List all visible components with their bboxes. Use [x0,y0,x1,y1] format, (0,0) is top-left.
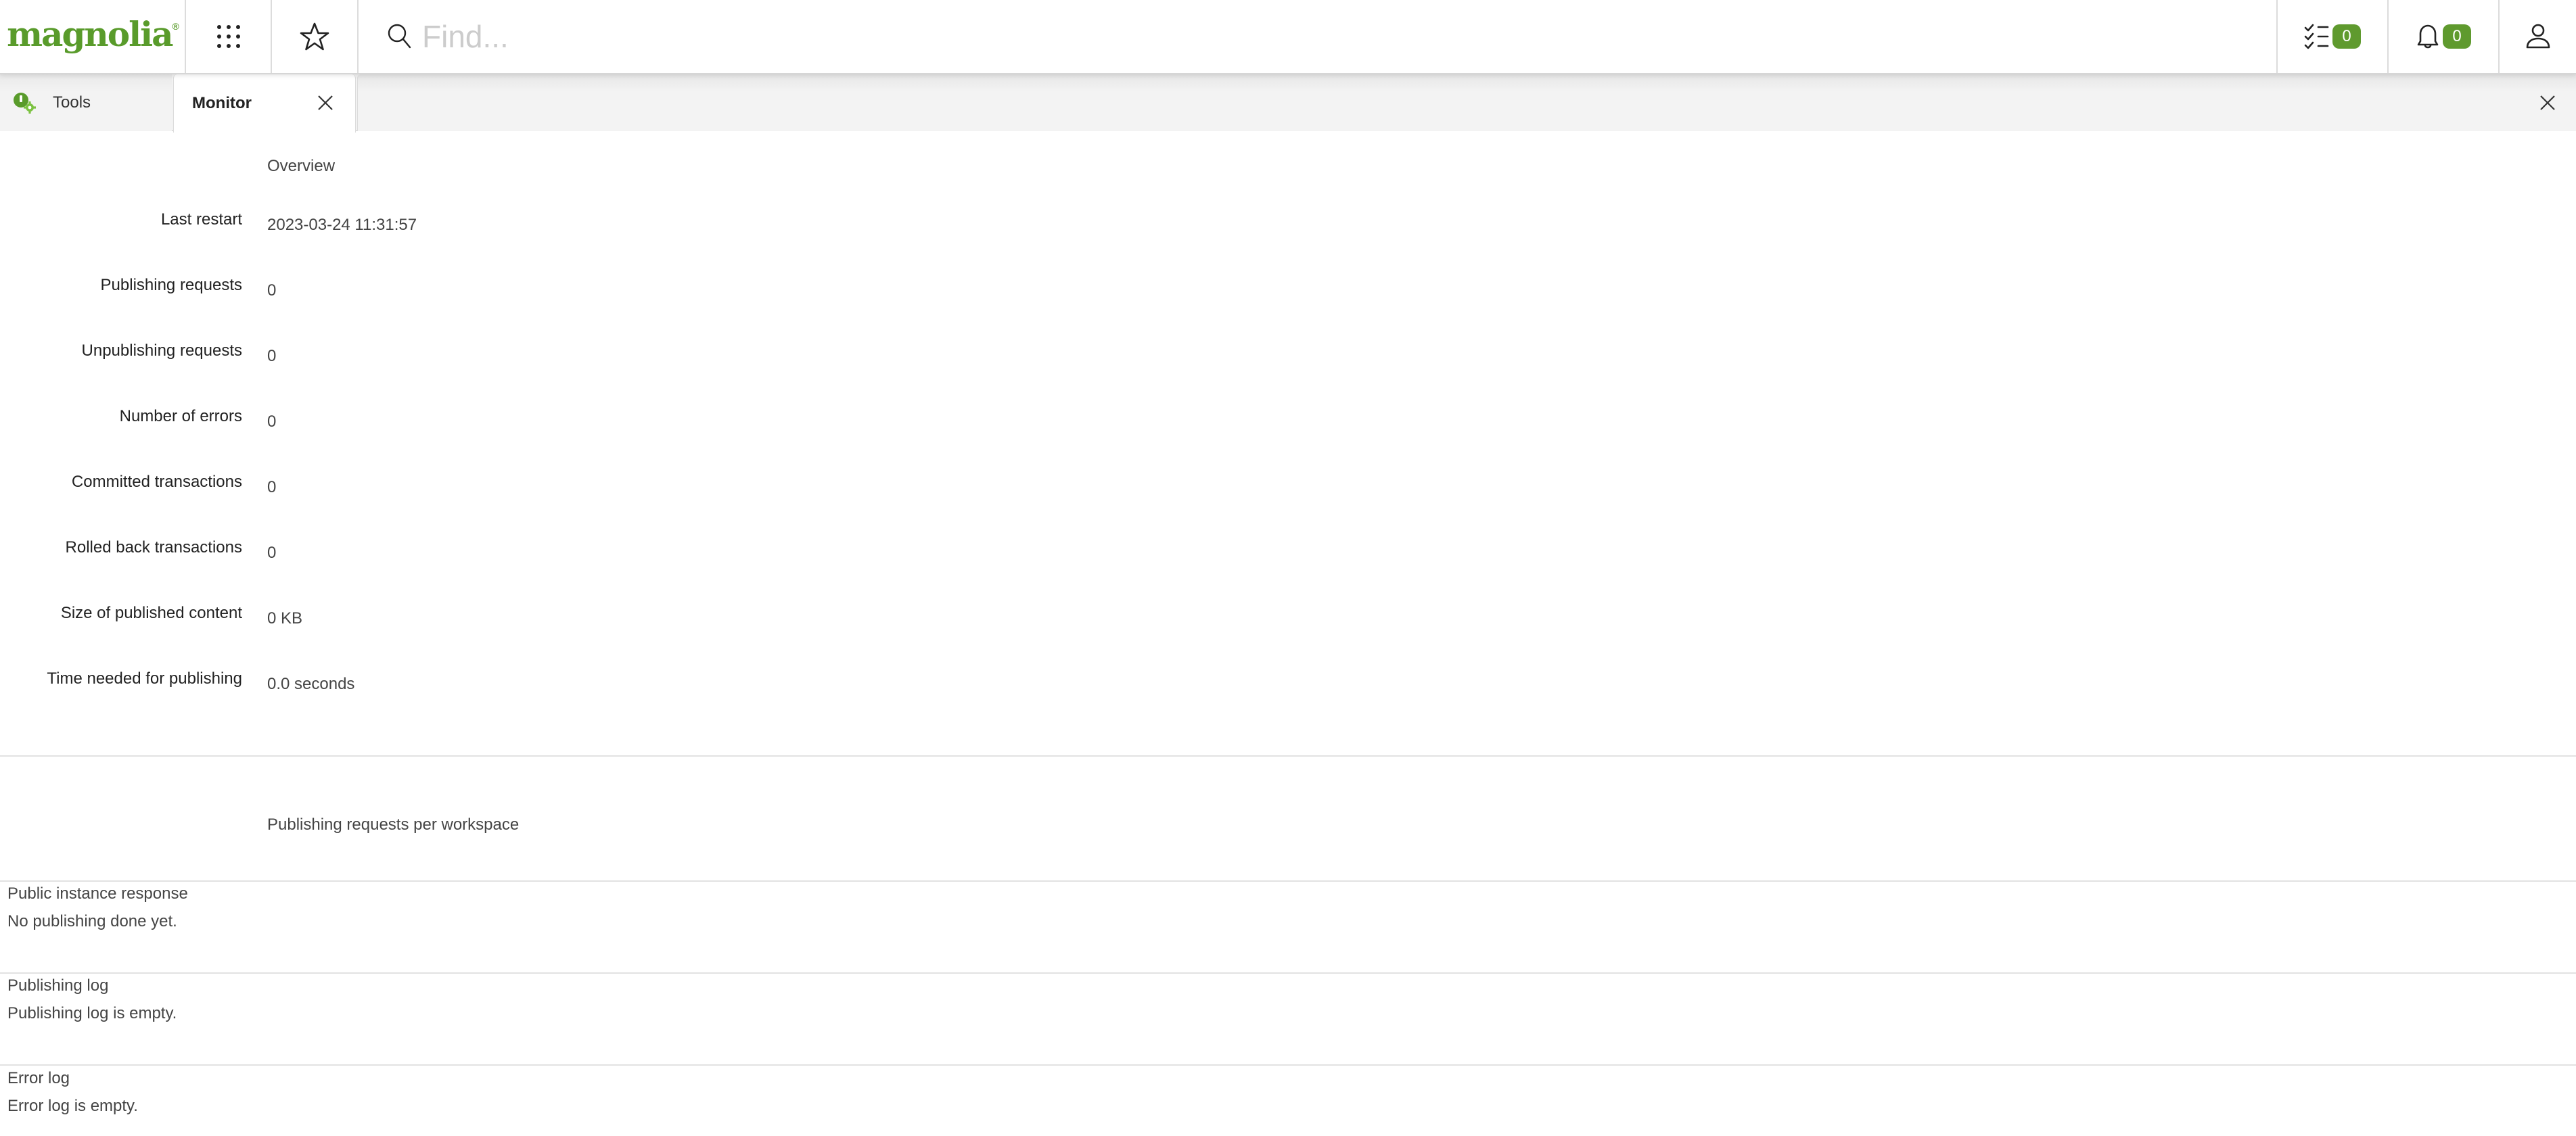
row-value: 0 [267,544,277,562]
workspace-section-title: Publishing requests per workspace [267,815,520,834]
overview-row-time-needed-for-publishing: Time needed for publishing 0.0 seconds [0,669,812,696]
row-value: 2023-03-24 11:31:57 [267,216,417,234]
logo-text: magnolia [7,14,173,54]
tasks-count-badge: 0 [2332,24,2361,49]
overview-row-unpublishing-requests: Unpublishing requests 0 [0,341,812,369]
tab-tools[interactable]: Tools [0,74,172,131]
search-bar [359,0,2276,73]
close-app-icon[interactable] [2538,93,2557,112]
overview-row-publishing-requests: Publishing requests 0 [0,276,812,303]
tasks-button[interactable]: 0 [2278,0,2387,73]
publishing-log-text: Publishing log is empty. [7,1004,177,1022]
overview-row-last-restart: Last restart 2023-03-24 11:31:57 [0,210,812,237]
search-icon [388,24,411,49]
user-icon [2526,24,2550,49]
row-value: 0 KB [267,609,303,628]
row-value: 0 [267,412,277,431]
overview-row-size-of-published-content: Size of published content 0 KB [0,604,812,631]
row-value: 0 [267,347,277,365]
user-menu-button[interactable] [2500,0,2576,73]
error-log-text: Error log is empty. [7,1097,138,1115]
top-header: magnolia® Find... 0 0 [0,0,2576,74]
notifications-button[interactable]: 0 [2389,0,2498,73]
registered-mark: ® [172,20,179,32]
star-icon [300,22,329,51]
section-divider [0,755,2576,757]
tab-monitor[interactable]: Monitor [173,74,356,133]
public-instance-response-text: No publishing done yet. [7,912,177,930]
bell-icon [2417,24,2439,49]
app-launcher-button[interactable] [186,0,271,73]
row-label: Unpublishing requests [81,341,242,360]
notifications-count-badge: 0 [2443,24,2471,49]
tab-monitor-label: Monitor [192,94,252,112]
error-log-title: Error log [7,1069,70,1087]
row-value: 0 [267,281,277,300]
search-input[interactable] [422,18,2181,55]
row-label: Number of errors [119,407,242,425]
row-label: Publishing requests [100,276,242,294]
tab-bar-filler [357,74,2576,131]
overview-row-committed-transactions: Committed transactions 0 [0,473,812,500]
close-tab-icon[interactable] [316,93,335,112]
tab-bar: Tools Monitor [0,74,2576,133]
monitor-content: Overview Last restart 2023-03-24 11:31:5… [0,133,2576,1136]
row-label: Last restart [160,210,242,229]
grid-icon [216,25,240,48]
tasks-checklist-icon [2304,24,2329,49]
row-label: Rolled back transactions [65,538,242,557]
favorites-button[interactable] [272,0,357,73]
row-label: Time needed for publishing [47,669,242,688]
section-divider [0,1064,2576,1066]
row-value: 0.0 seconds [267,675,355,693]
overview-row-rolled-back-transactions: Rolled back transactions 0 [0,538,812,565]
section-divider [0,880,2576,882]
publishing-log-title: Publishing log [7,976,109,995]
public-instance-response-title: Public instance response [7,884,188,903]
section-divider [0,972,2576,974]
tab-tools-label: Tools [53,93,91,112]
row-value: 0 [267,478,277,496]
tools-app-icon [14,93,36,114]
row-label: Size of published content [60,604,242,622]
row-label: Committed transactions [71,473,242,491]
magnolia-logo[interactable]: magnolia® [0,0,185,73]
overview-title: Overview [267,157,336,175]
overview-row-number-of-errors: Number of errors 0 [0,407,812,434]
